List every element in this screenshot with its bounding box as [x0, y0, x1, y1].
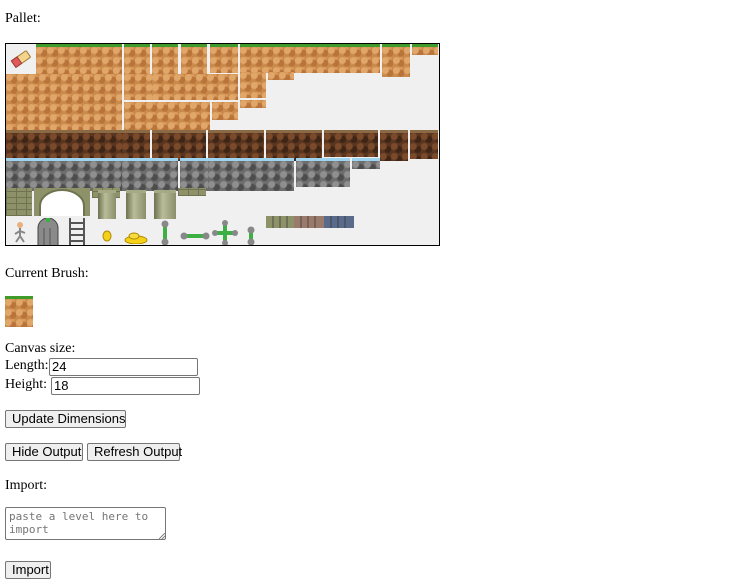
- tile-grass-dirt[interactable]: [412, 44, 438, 55]
- tile-ice-stone[interactable]: [208, 158, 294, 191]
- tile-grass-dirt[interactable]: [382, 44, 410, 77]
- tile-grass-dirt[interactable]: [240, 44, 380, 73]
- tile-dark-dirt[interactable]: [380, 130, 408, 161]
- tile-dirt[interactable]: [240, 100, 266, 108]
- import-button[interactable]: Import: [5, 561, 51, 579]
- tile-dark-dirt[interactable]: [208, 130, 264, 161]
- tile-grass-dirt[interactable]: [210, 44, 238, 73]
- tile-dark-dirt[interactable]: [152, 130, 206, 161]
- tile-dark-dirt[interactable]: [410, 130, 438, 159]
- current-brush-preview: [5, 296, 33, 327]
- length-input[interactable]: [49, 358, 198, 376]
- eraser-icon[interactable]: [8, 46, 34, 72]
- tile-dark-dirt[interactable]: [266, 130, 322, 161]
- tile-dark-dirt[interactable]: [6, 130, 122, 161]
- tile-dark-dirt[interactable]: [324, 130, 378, 157]
- pipe-cross-icon[interactable]: [212, 220, 238, 245]
- length-label: Length:: [5, 358, 49, 373]
- tile-dirt[interactable]: [268, 72, 294, 80]
- tile-grass-dirt[interactable]: [152, 44, 178, 77]
- tile-dirt[interactable]: [212, 102, 238, 120]
- refresh-output-button[interactable]: Refresh Output: [87, 443, 182, 461]
- tile-pillar[interactable]: [154, 190, 176, 219]
- tile-grass-dirt[interactable]: [36, 44, 122, 77]
- tile-ice-stone[interactable]: [6, 158, 122, 191]
- tile-palette[interactable]: [5, 43, 440, 246]
- pallet-label: Pallet:: [5, 11, 41, 26]
- coin-icon[interactable]: [102, 230, 112, 242]
- player-icon[interactable]: [10, 220, 30, 244]
- resize-handle-icon[interactable]: [159, 533, 165, 539]
- pipe-vertical-icon[interactable]: [158, 220, 172, 245]
- ladder-icon[interactable]: [66, 218, 88, 245]
- tile-dirt[interactable]: [6, 74, 122, 130]
- tile-ice-stone[interactable]: [122, 158, 178, 191]
- import-textarea[interactable]: [5, 507, 166, 540]
- tile-grass-dirt[interactable]: [124, 44, 150, 77]
- tile-dark-dirt[interactable]: [122, 130, 150, 161]
- tile-platform-strip[interactable]: [266, 216, 354, 228]
- tile-ice-stone[interactable]: [352, 158, 380, 169]
- tile-dirt[interactable]: [124, 74, 152, 100]
- canvas-size-label: Canvas size:: [5, 341, 76, 356]
- gold-pile-icon[interactable]: [124, 230, 148, 245]
- tile-pillar[interactable]: [126, 190, 146, 219]
- tile-ice-stone[interactable]: [296, 158, 350, 187]
- current-brush-label: Current Brush:: [5, 266, 89, 281]
- tile-dirt[interactable]: [124, 102, 210, 130]
- tile-dirt[interactable]: [152, 74, 238, 100]
- pipe-short-icon[interactable]: [244, 226, 258, 245]
- height-input[interactable]: [51, 377, 200, 395]
- tile-pillar[interactable]: [98, 190, 116, 219]
- tile-dirt[interactable]: [240, 72, 266, 98]
- pipe-horizontal-icon[interactable]: [180, 230, 210, 242]
- tile-grass-dirt[interactable]: [181, 44, 207, 77]
- hide-output-button[interactable]: Hide Output: [5, 443, 83, 461]
- update-dimensions-button[interactable]: Update Dimensions: [5, 410, 126, 428]
- door-icon[interactable]: [36, 217, 60, 245]
- tile-brick[interactable]: [6, 188, 32, 216]
- tile-brick[interactable]: [178, 188, 206, 196]
- height-label: Height:: [5, 377, 47, 392]
- tile-ice-stone[interactable]: [180, 158, 208, 191]
- tile-brick-arch[interactable]: [34, 188, 90, 216]
- import-label: Import:: [5, 478, 47, 493]
